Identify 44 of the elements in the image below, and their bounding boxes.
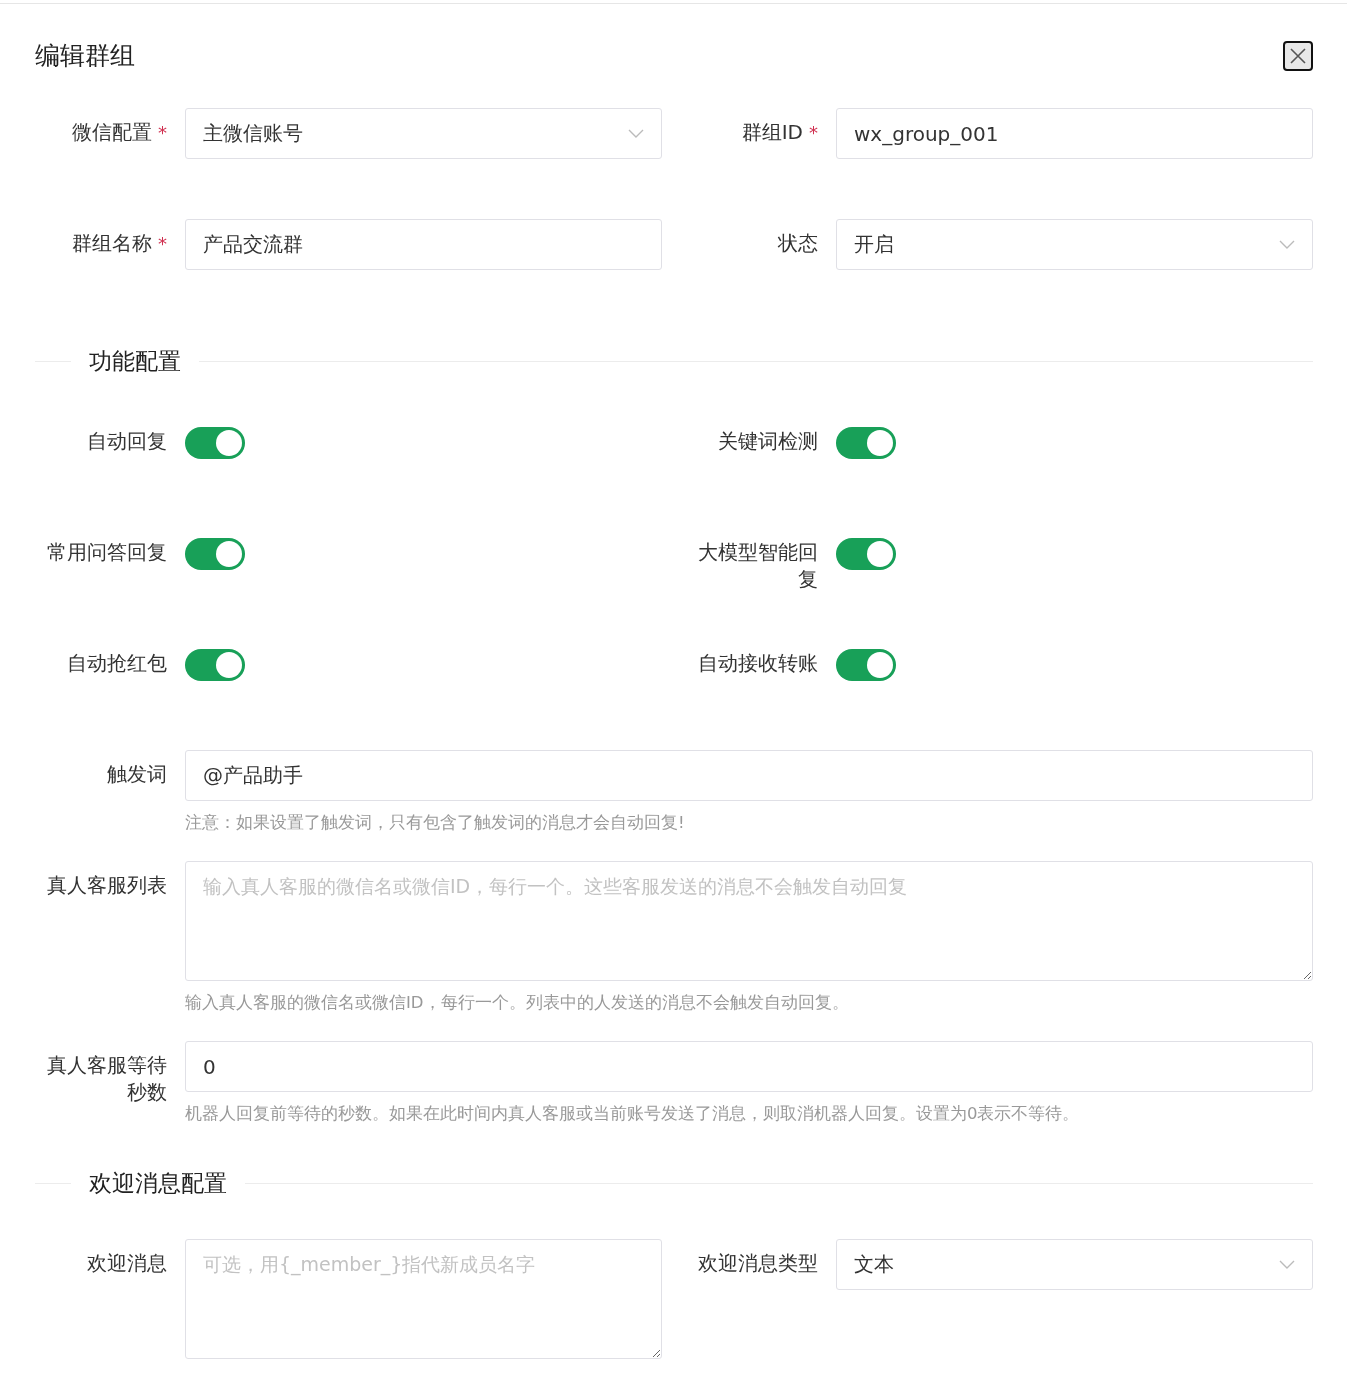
field-label: 状态 <box>778 230 818 257</box>
field-label: 欢迎消息类型 <box>698 1250 818 1277</box>
toggle-switch[interactable] <box>185 426 245 459</box>
field-label: 欢迎消息 <box>87 1250 167 1277</box>
text-area[interactable]: 可选，用{_member_}指代新成员名字 <box>185 1239 662 1359</box>
field-label: 自动抢红包 <box>67 650 167 677</box>
close-icon <box>1288 46 1308 66</box>
field-label: 常用问答回复 <box>47 539 167 566</box>
toggle-switch[interactable] <box>836 426 896 459</box>
field-label: 大模型智能回复 <box>697 539 818 593</box>
field-label: 群组ID <box>741 119 803 146</box>
help-text: 输入真人客服的微信名或微信ID，每行一个。列表中的人发送的消息不会触发自动回复。 <box>185 992 850 1014</box>
field-label: 关键词检测 <box>718 428 818 455</box>
chevron-down-icon <box>628 128 644 139</box>
field-label: 触发词 <box>107 761 167 788</box>
field-label: 群组名称 <box>72 230 152 257</box>
toggle-switch[interactable] <box>836 648 896 681</box>
field-label: 自动回复 <box>87 428 167 455</box>
required-mark: * <box>158 232 167 256</box>
text-field[interactable]: 0 <box>185 1041 1313 1092</box>
field-label: 微信配置 <box>72 119 152 146</box>
toggle-switch[interactable] <box>185 537 245 570</box>
text-field[interactable]: @产品助手 <box>185 750 1313 801</box>
dropdown-field[interactable]: 主微信账号 <box>185 108 662 159</box>
dropdown-field[interactable]: 开启 <box>836 219 1313 270</box>
dropdown-field[interactable]: 文本 <box>836 1239 1313 1290</box>
toggle-switch[interactable] <box>836 537 896 570</box>
field-label: 自动接收转账 <box>698 650 818 677</box>
field-label: 真人客服等待秒数 <box>46 1052 167 1106</box>
required-mark: * <box>158 121 167 145</box>
close-button[interactable] <box>1283 41 1313 71</box>
chevron-down-icon <box>1279 1259 1295 1270</box>
help-text: 机器人回复前等待的秒数。如果在此时间内真人客服或当前账号发送了消息，则取消机器人回复。设置为0表示不等待。 <box>185 1103 1081 1125</box>
section-title: 欢迎消息配置 <box>88 1170 228 1196</box>
required-mark: * <box>809 121 818 145</box>
dialog-title: 编辑群组 <box>35 40 135 72</box>
text-field[interactable]: 产品交流群 <box>185 219 662 270</box>
field-label: 真人客服列表 <box>47 872 167 899</box>
text-area[interactable]: 输入真人客服的微信名或微信ID，每行一个。这些客服发送的消息不会触发自动回复 <box>185 861 1313 981</box>
chevron-down-icon <box>1279 239 1295 250</box>
text-field[interactable]: wx_group_001 <box>836 108 1313 159</box>
help-text: 注意：如果设置了触发词，只有包含了触发词的消息才会自动回复! <box>185 812 686 834</box>
toggle-switch[interactable] <box>185 648 245 681</box>
section-title: 功能配置 <box>88 348 182 374</box>
